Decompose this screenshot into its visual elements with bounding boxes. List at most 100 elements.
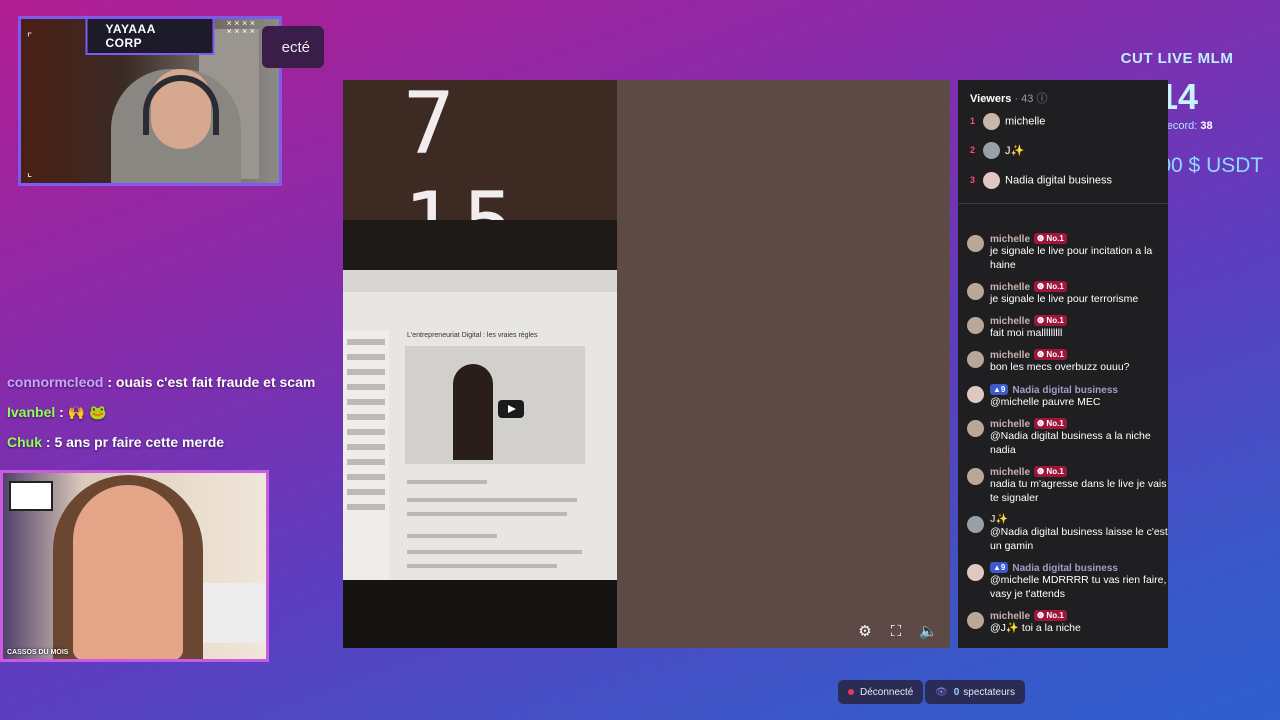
rank-badge: ❻ No.1 [1034,233,1067,244]
avatar [967,386,984,403]
fullscreen-icon[interactable]: ⛶ [887,623,905,641]
avatar [983,172,1001,189]
rank-number: 1 [970,116,976,127]
record-value: 38 [1200,120,1213,132]
avatar [967,351,984,368]
video-frame: 7 15 L'entrepreneuriat Digital : les vra… [343,80,617,648]
status-dot-icon [848,689,854,695]
spectators-pill[interactable]: 👁 0 spectateurs [925,680,1025,704]
connection-status: Déconnecté [860,686,914,698]
chat-username: ▲9 Nadia digital business [990,384,1118,396]
chat-username: michelle ❻ No.1 [990,610,1067,622]
laptop-screen: L'entrepreneuriat Digital : les vraies r… [343,270,617,580]
chat-text: @Nadia digital business a la niche nadia [990,430,1151,456]
rank-number: 2 [970,145,976,156]
laptop-sidebar [343,330,389,580]
overlay-chat-line: Chuk : 5 ans pr faire cette merde [7,434,224,450]
viewers-label: Viewers [970,93,1012,105]
rank-badge: ❻ No.1 [1034,610,1067,621]
avatar [967,612,984,629]
avatar [967,468,984,485]
overlay-chat-user: Ivanbel [7,404,56,420]
rank-number: 3 [970,175,976,186]
overlay-chat-line: connormcleod : ouais c'est fait fraude e… [7,374,315,390]
webcam-label: CASSOS DU MOIS [7,649,69,656]
overlay-chat-user: connormcleod [7,374,104,390]
level-badge: ▲9 [990,562,1009,573]
chat-text: @michelle MDRRRR tu vas rien faire, vasy… [990,574,1167,600]
eye-icon: 👁 [935,686,948,698]
top-viewer[interactable]: 3 Nadia digital business [970,172,1112,189]
viewers-count: · 43 [1014,93,1034,105]
connected-pill[interactable]: ecté [262,26,324,68]
avatar [983,113,1001,130]
avatar [967,564,984,581]
qr-code-icon [9,481,53,511]
laptop-toolbar [343,270,617,292]
spectators-label: spectateurs [963,686,1015,698]
chat-text: bon les mecs overbuzz ouuu? [990,361,1130,373]
top-viewer-name: J✨ [1005,145,1025,157]
rank-badge: ❻ No.1 [1034,315,1067,326]
decor-marks: × × × × × × × × [226,18,255,36]
play-icon [498,400,524,418]
chat-text: @J✨ toi a la niche [990,622,1081,634]
top-viewer-name: michelle [1005,115,1046,128]
overlay-chat-text: : ouais c'est fait fraude et scam [107,374,316,390]
rank-badge: ❻ No.1 [1034,418,1067,429]
chat-text: @Nadia digital business laisse le c'est … [990,526,1168,552]
avatar [967,516,984,533]
chat-username: michelle ❻ No.1 [990,281,1067,293]
gear-icon[interactable]: ⚙ [856,623,874,641]
avatar [967,317,984,334]
avatar [967,283,984,300]
guest-webcam: CASSOS DU MOIS [0,470,269,662]
overlay-title: CUT LIVE MLM [1120,50,1234,67]
chat-text: je signale le live pour terrorisme [990,293,1139,305]
chat-panel[interactable]: Viewers · 43 ⓘ 1 michelle 2 J✨ 3 Nadia digi… [958,80,1168,648]
top-viewer-name: Nadia digital business [1005,174,1113,187]
corner-bracket-icon: ⌜ [27,32,33,44]
chat-text: @michelle pauvre MEC [990,396,1101,408]
rank-badge: ❻ No.1 [1034,281,1067,292]
stove [193,583,266,643]
chat-username: michelle ❻ No.1 [990,466,1067,478]
top-viewer[interactable]: 2 J✨ [970,142,1024,159]
avatar [967,420,984,437]
rank-badge: ❻ No.1 [1034,349,1067,360]
clock-area: 7 15 [343,80,617,274]
corner-bracket-icon: ⌞ [27,167,33,179]
chat-username: ▲9 Nadia digital business [990,562,1118,574]
connection-status-pill[interactable]: Déconnecté [838,680,924,704]
top-viewer[interactable]: 1 michelle [970,113,1045,130]
webcam-banner: YAYAAA CORP [85,19,215,55]
help-icon[interactable]: ⓘ [1036,93,1047,105]
chat-text: nadia tu m'agresse dans le live je vais … [990,478,1167,504]
desk-edge [343,580,617,648]
streamer-webcam: YAYAAA CORP × × × × × × × × ⌜ ⌝ ⌞ [18,16,282,186]
spectators-count: 0 [953,686,960,698]
overlay-chat-line: Ivanbel : 🙌 🐸 [7,404,106,421]
level-badge: ▲9 [990,384,1009,395]
guest-face [73,485,183,659]
lesson-presenter [453,364,493,460]
chat-text: je signale le live pour incitation a la … [990,245,1153,271]
overlay-chat-text: : 5 ans pr faire cette merde [45,434,225,450]
viewers-header: Viewers · 43 ⓘ [970,90,1047,106]
chat-username: michelle ❻ No.1 [990,233,1067,245]
avatar [983,142,1001,159]
volume-icon[interactable]: 🔈 [919,623,938,641]
chat-username: michelle ❻ No.1 [990,349,1067,361]
chat-username: J✨ [990,514,1009,525]
chat-username: michelle ❻ No.1 [990,418,1067,430]
overlay-chat-text: : 🙌 🐸 [59,404,107,420]
chat-username: michelle ❻ No.1 [990,315,1067,327]
dark-band [343,220,617,270]
chat-divider [958,203,1168,204]
lesson-video [405,346,585,464]
rank-badge: ❻ No.1 [1034,466,1067,477]
chat-text: fait moi malllllllll [990,327,1063,339]
video-player[interactable]: 7 15 L'entrepreneuriat Digital : les vra… [343,80,950,648]
avatar [967,235,984,252]
connected-pill-label: ecté [281,38,310,56]
